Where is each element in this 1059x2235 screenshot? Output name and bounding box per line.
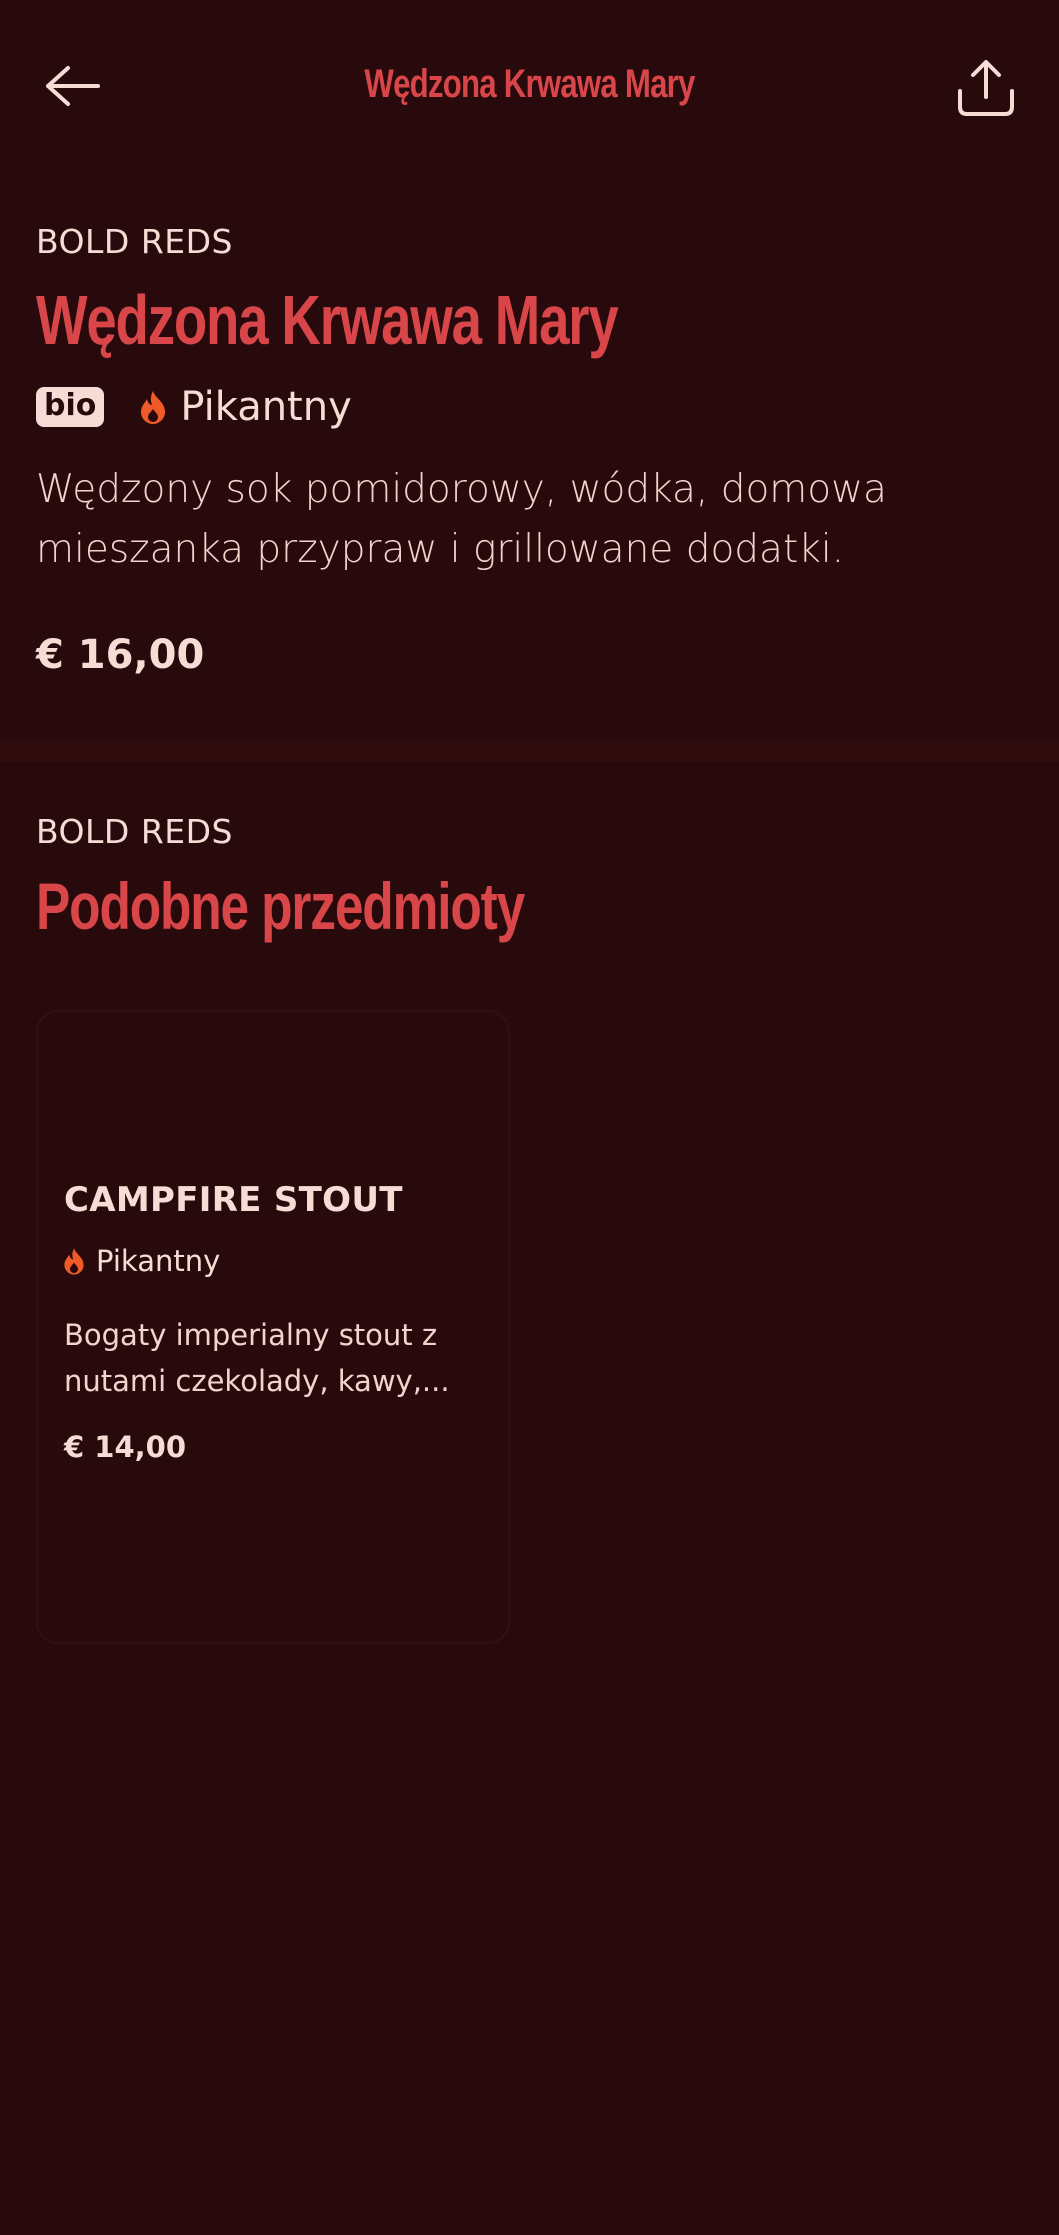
arrow-left-icon [46, 66, 100, 106]
card-item-description: Bogaty imperialny stout z nutami czekola… [64, 1318, 450, 1398]
item-price: € 16,00 [36, 632, 205, 678]
card-spicy-label: Pikantny [96, 1244, 221, 1278]
top-bar: Wędzona Krwawa Mary [0, 0, 1059, 170]
card-item-name: CAMPFIRE STOUT [64, 1180, 403, 1220]
card-item-price: € 14,00 [64, 1430, 187, 1464]
item-detail: BOLD REDS Wędzona Krwawa Mary bio Pikant… [0, 170, 1059, 740]
similar-title: Podobne przedmioty [36, 869, 525, 943]
item-tags: bio Pikantny [36, 382, 352, 432]
spicy-tag: Pikantny [138, 384, 352, 430]
share-upload-icon [958, 60, 1014, 116]
bio-badge: bio [36, 387, 105, 427]
spicy-label: Pikantny [180, 384, 352, 430]
back-button[interactable] [36, 50, 108, 122]
similar-item-card[interactable]: CAMPFIRE STOUT Pikantny Bogaty imperialn… [36, 1010, 510, 1644]
flame-icon [64, 1248, 84, 1275]
share-button[interactable] [950, 48, 1022, 128]
similar-category: BOLD REDS [36, 812, 233, 851]
flame-icon [141, 391, 166, 424]
section-divider [0, 740, 1059, 762]
similar-items-section: BOLD REDS Podobne przedmioty CAMPFIRE ST… [0, 762, 1059, 2235]
item-description: Wędzony sok pomidorowy, wódka, domowa mi… [36, 467, 887, 572]
item-name: Wędzona Krwawa Mary [36, 281, 619, 359]
item-category: BOLD REDS [36, 222, 233, 261]
page-title: Wędzona Krwawa Mary [364, 62, 695, 106]
card-spicy-tag: Pikantny [62, 1244, 220, 1278]
